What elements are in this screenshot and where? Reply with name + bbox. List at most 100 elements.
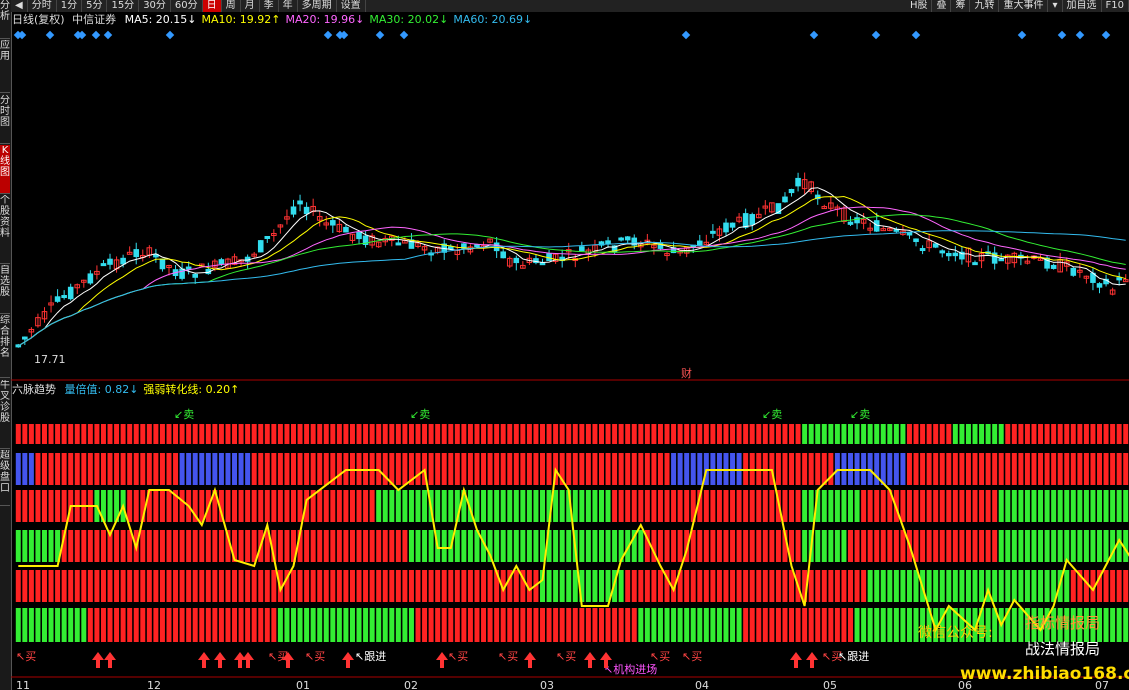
indicator-bar <box>317 608 323 642</box>
indicator-bar <box>965 530 971 562</box>
indicator-bar <box>939 424 945 444</box>
indicator-bar <box>566 608 572 642</box>
indicator-bar <box>74 570 80 602</box>
indicator-bar <box>710 570 716 602</box>
indicator-bar <box>703 490 709 522</box>
indicator-bar <box>762 490 768 522</box>
indicator-bar <box>900 530 906 562</box>
indicator-bar <box>317 424 323 444</box>
indicator-bar <box>186 424 192 444</box>
indicator-bar <box>913 490 919 522</box>
indicator-bar <box>592 453 598 485</box>
indicator-bar <box>376 530 382 562</box>
indicator-bar <box>1103 424 1109 444</box>
buy-signal: ↖买 <box>448 650 468 663</box>
indicator-bar <box>900 424 906 444</box>
indicator-bar <box>979 453 985 485</box>
indicator-bar <box>100 530 106 562</box>
indicator-bar <box>946 424 952 444</box>
indicator-bar <box>815 424 821 444</box>
indicator-bar <box>291 424 296 444</box>
indicator-bar <box>1116 530 1122 562</box>
indicator-bar <box>959 530 965 562</box>
indicator-bar <box>946 570 952 602</box>
indicator-bar <box>893 608 899 642</box>
indicator-bar <box>441 530 447 562</box>
indicator-bar <box>605 424 611 444</box>
indicator-bar <box>310 570 316 602</box>
indicator-bar <box>232 453 238 485</box>
indicator-bar <box>802 530 808 562</box>
candle-body <box>61 295 67 299</box>
indicator-bar <box>743 490 749 522</box>
buy-signal: ↖买 <box>16 650 36 663</box>
indicator-bar <box>979 424 985 444</box>
watermark-wechat: 微信公众号: <box>918 625 993 641</box>
indicator-bar <box>1116 608 1122 642</box>
indicator-bar <box>1024 570 1030 602</box>
sell-signal: ↙卖 <box>410 408 430 421</box>
indicator-bar <box>841 570 847 602</box>
indicator-bar <box>520 424 526 444</box>
indicator-bar <box>317 530 323 562</box>
indicator-bar <box>454 608 460 642</box>
candle-body <box>513 257 520 264</box>
indicator-bar <box>690 530 696 562</box>
indicator-bar <box>173 453 179 485</box>
indicator-bar <box>166 424 172 444</box>
indicator-bar <box>304 570 310 602</box>
indicator-bar <box>1083 453 1089 485</box>
indicator-bar <box>133 570 139 602</box>
indicator-bar <box>730 490 736 522</box>
indicator-bar <box>107 490 113 522</box>
indicator-bar <box>612 490 618 522</box>
indicator-bar <box>153 490 159 522</box>
indicator-bar <box>159 530 165 562</box>
indicator-bar <box>592 424 598 444</box>
indicator-bar <box>179 608 185 642</box>
indicator-bar <box>612 608 618 642</box>
candle-body <box>906 232 913 236</box>
signal-diamond <box>165 30 175 40</box>
indicator-bar <box>481 453 487 485</box>
indicator-bar <box>61 490 67 522</box>
indicator-bar <box>212 453 218 485</box>
indicator-bar <box>153 570 159 602</box>
indicator-bar <box>238 490 244 522</box>
indicator-bar <box>369 608 375 642</box>
indicator-bar <box>507 530 513 562</box>
indicator-bar <box>690 608 696 642</box>
indicator-bar <box>363 490 369 522</box>
indicator-bar <box>349 608 355 642</box>
indicator-bar <box>769 530 775 562</box>
candle-body <box>54 296 61 302</box>
indicator-bar <box>906 570 912 602</box>
indicator-bar <box>513 570 519 602</box>
indicator-bar <box>887 453 893 485</box>
indicator-bar <box>323 608 329 642</box>
indicator-bar <box>848 608 853 642</box>
x-axis-label: 02 <box>404 679 418 690</box>
indicator-bar <box>343 424 349 444</box>
indicator-bar <box>41 453 47 485</box>
indicator-bar <box>657 570 663 602</box>
indicator-bar <box>526 490 532 522</box>
indicator-bar <box>264 453 270 485</box>
indicator-bar <box>166 530 172 562</box>
indicator-bar <box>972 453 978 485</box>
stock-chart[interactable]: 17.71财↙卖 ↙卖 ↙卖 ↙卖↖买 ↖买 ↖买 ↖买 ↖买 ↖买 ↖买 ↖买 ↖买↖跟进 ↖跟进↖机… <box>0 0 1129 690</box>
indicator-bar <box>677 490 683 522</box>
indicator-bar <box>1123 453 1129 485</box>
indicator-bar <box>467 530 473 562</box>
indicator-bar <box>933 424 939 444</box>
indicator-bar <box>579 530 585 562</box>
indicator-bar <box>756 570 762 602</box>
indicator-bar <box>304 453 310 485</box>
indicator-bar <box>1090 530 1096 562</box>
indicator-bar <box>61 453 67 485</box>
watermark-line2: 战法情报局 <box>1025 640 1101 658</box>
indicator-bar <box>736 570 742 602</box>
signal-diamond <box>1075 30 1085 40</box>
indicator-bar <box>861 424 867 444</box>
indicator-bar <box>435 424 441 444</box>
